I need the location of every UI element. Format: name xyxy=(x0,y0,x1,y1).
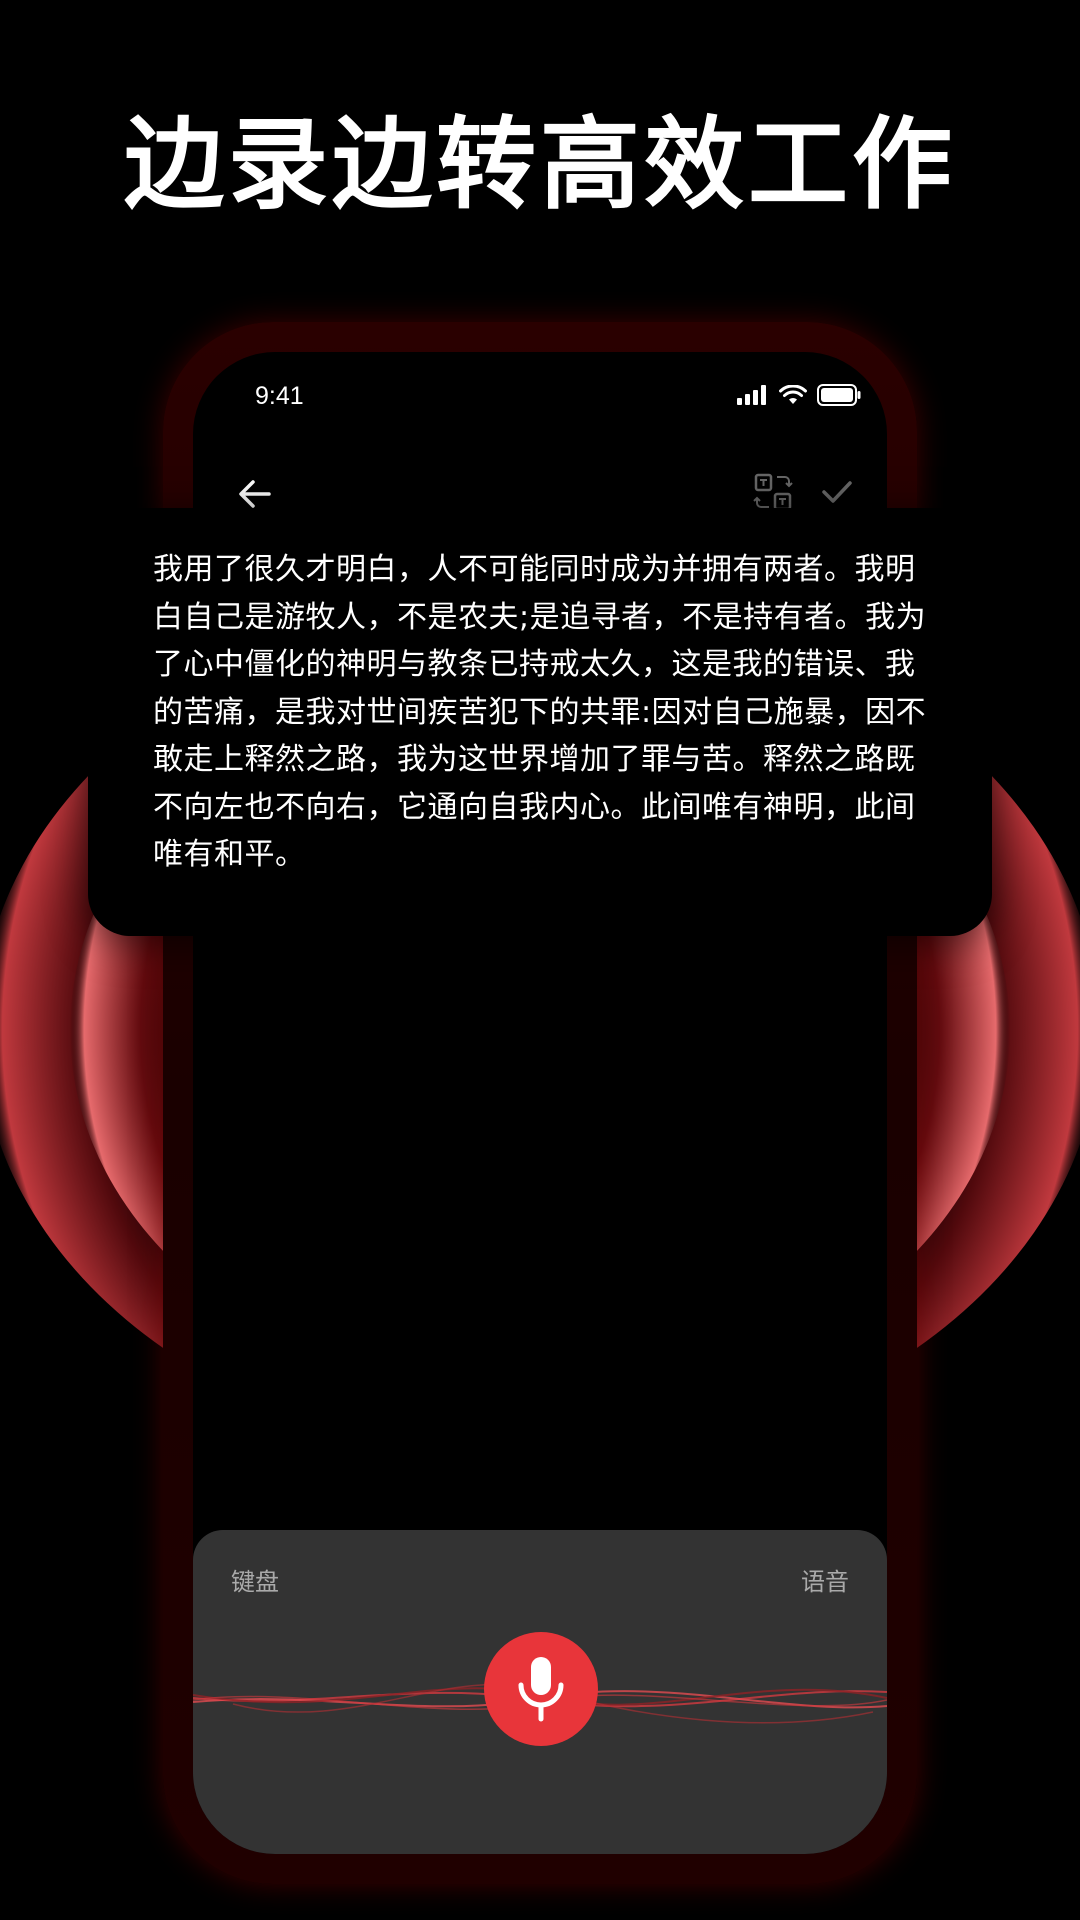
page-headline: 边录边转高效工作 xyxy=(124,106,956,223)
battery-icon xyxy=(817,384,861,406)
transcript-text: 我用了很久才明白，人不可能同时成为并拥有两者。我明白自己是游牧人，不是农夫;是追… xyxy=(153,552,927,872)
keyboard-mode-button[interactable]: 键盘 xyxy=(231,1562,279,1597)
voice-mode-button[interactable]: 语音 xyxy=(801,1562,849,1597)
microphone-icon xyxy=(518,1657,564,1722)
status-icons xyxy=(737,384,861,406)
translate-icon[interactable] xyxy=(753,472,793,512)
status-bar: 9:41 xyxy=(193,352,887,442)
record-button[interactable] xyxy=(484,1632,598,1746)
input-panel: 键盘 语音 xyxy=(193,1530,887,1854)
wifi-icon xyxy=(779,385,807,404)
status-time: 9:41 xyxy=(255,382,304,410)
transcript-card: 我用了很久才明白，人不可能同时成为并拥有两者。我明白自己是游牧人，不是农夫;是追… xyxy=(88,508,992,936)
signal-icon xyxy=(737,385,766,405)
checkmark-icon[interactable] xyxy=(819,474,855,510)
